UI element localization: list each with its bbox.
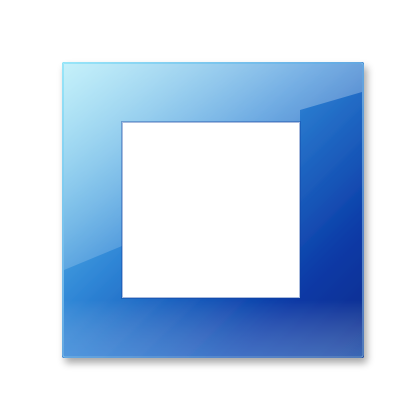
inner-opening-edge bbox=[121, 121, 301, 299]
frame-bottom-glow bbox=[64, 300, 362, 356]
icon-canvas bbox=[0, 0, 420, 420]
square-frame-icon bbox=[62, 62, 364, 358]
